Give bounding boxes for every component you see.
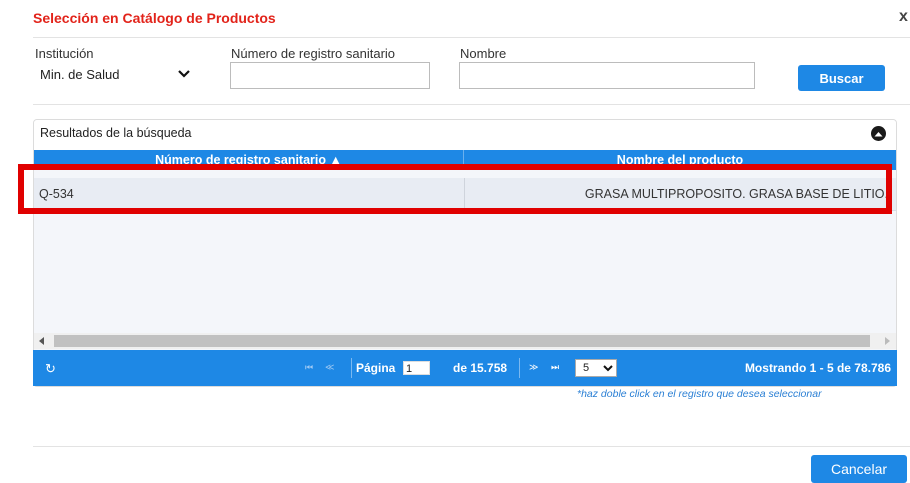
pager-separator bbox=[351, 358, 352, 378]
page-input[interactable]: 1 bbox=[403, 361, 430, 375]
hint-text: *haz doble click en el registro que dese… bbox=[577, 388, 822, 400]
chevron-down-icon bbox=[603, 364, 613, 371]
highlight-box bbox=[18, 164, 892, 214]
panel-title: Resultados de la búsqueda bbox=[40, 126, 192, 140]
page-label: Página bbox=[356, 361, 396, 375]
cancel-button[interactable]: Cancelar bbox=[811, 455, 907, 483]
refresh-icon[interactable]: ↻ bbox=[45, 361, 56, 377]
results-panel: Resultados de la búsqueda Número de regi… bbox=[33, 119, 897, 387]
page-size-select[interactable]: 5 bbox=[575, 359, 617, 377]
institucion-select-value: Min. de Salud bbox=[40, 66, 120, 82]
nombre-input[interactable] bbox=[459, 62, 755, 89]
first-page-icon[interactable]: ⏮ bbox=[305, 362, 313, 373]
close-icon[interactable]: x bbox=[899, 8, 908, 26]
registro-label: Número de registro sanitario bbox=[231, 46, 396, 61]
scrollbar-thumb[interactable] bbox=[54, 335, 870, 347]
institucion-label: Institución bbox=[35, 46, 94, 61]
last-page-icon[interactable]: ⏭ bbox=[551, 362, 559, 373]
scroll-right-icon[interactable] bbox=[884, 337, 890, 345]
horizontal-scrollbar[interactable] bbox=[34, 333, 896, 349]
pager-separator bbox=[519, 358, 520, 378]
scroll-left-icon[interactable] bbox=[39, 337, 45, 345]
page-size-value: 5 bbox=[583, 362, 590, 374]
pager: ↻ ⏮ ≪ Página 1 de 15.758 ≫ ⏭ 5 Mostrando… bbox=[33, 350, 897, 386]
showing-text: Mostrando 1 - 5 de 78.786 bbox=[744, 361, 891, 375]
registro-input[interactable] bbox=[230, 62, 430, 89]
buscar-button[interactable]: Buscar bbox=[798, 65, 885, 91]
prev-page-icon[interactable]: ≪ bbox=[325, 362, 334, 373]
dialog-title: Selección en Catálogo de Productos bbox=[33, 10, 276, 26]
divider bbox=[33, 104, 910, 105]
panel-header: Resultados de la búsqueda bbox=[34, 120, 896, 150]
divider bbox=[33, 446, 910, 447]
nombre-label: Nombre bbox=[460, 46, 507, 61]
institucion-select[interactable]: Min. de Salud bbox=[33, 63, 196, 85]
page-count: de 15.758 bbox=[453, 361, 508, 375]
next-page-icon[interactable]: ≫ bbox=[529, 362, 538, 373]
divider bbox=[33, 37, 910, 38]
collapse-icon[interactable] bbox=[871, 126, 886, 141]
chevron-down-icon bbox=[178, 70, 190, 78]
